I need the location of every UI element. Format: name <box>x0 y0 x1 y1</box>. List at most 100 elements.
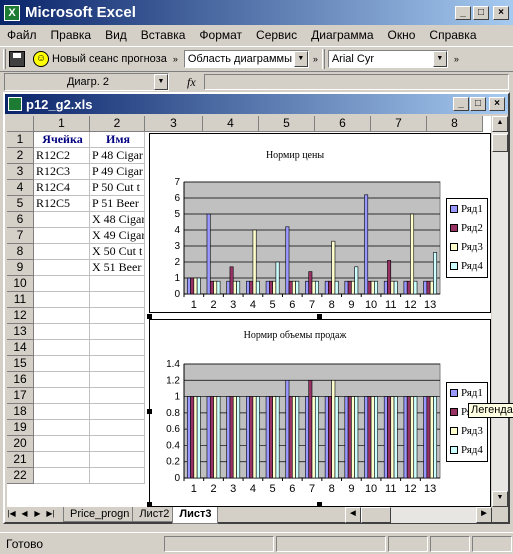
column-header[interactable]: 8 <box>427 116 483 132</box>
grid-cell[interactable]: X 50 Cut t <box>90 244 145 260</box>
column-header[interactable]: 5 <box>259 116 315 132</box>
grid-cell[interactable] <box>90 468 145 484</box>
grid-cell[interactable] <box>90 388 145 404</box>
row-header[interactable]: 21 <box>7 452 34 468</box>
grid-cell[interactable] <box>90 436 145 452</box>
tab-list3[interactable]: Лист3 <box>172 507 219 524</box>
grid-cell[interactable] <box>34 340 90 356</box>
row-header[interactable]: 2 <box>7 148 34 164</box>
legend-entry[interactable]: Ряд1 <box>447 199 487 218</box>
grid-cell[interactable] <box>34 228 90 244</box>
horizontal-scrollbar[interactable]: ◀ ▶ <box>345 507 492 523</box>
grid-cell[interactable] <box>34 452 90 468</box>
scroll-up-button[interactable]: ▲ <box>492 116 508 132</box>
grid-cell[interactable]: Имя <box>90 132 145 148</box>
grid-cell[interactable]: X 48 Cigar <box>90 212 145 228</box>
grid-cell[interactable] <box>34 436 90 452</box>
grid-cell[interactable] <box>90 324 145 340</box>
grid-cell[interactable]: P 50 Cut t <box>90 180 145 196</box>
wb-maximize-button[interactable]: □ <box>470 97 486 111</box>
workbook-icon[interactable] <box>8 97 22 111</box>
grid-cell[interactable]: P 48 Cigar <box>90 148 145 164</box>
grid-cell[interactable]: P 51 Beer <box>90 196 145 212</box>
row-header[interactable]: 18 <box>7 404 34 420</box>
chevron-down-icon[interactable]: ▼ <box>293 51 308 67</box>
grid-cell[interactable]: R12C5 <box>34 196 90 212</box>
row-header[interactable]: 1 <box>7 132 34 148</box>
grid-cell[interactable] <box>90 276 145 292</box>
vertical-scrollbar[interactable]: ▲ ▼ <box>492 116 508 507</box>
legend-entry[interactable]: Ряд4 <box>447 256 487 275</box>
resize-handle[interactable] <box>147 314 152 319</box>
grid-cell[interactable] <box>34 308 90 324</box>
row-header[interactable]: 3 <box>7 164 34 180</box>
name-box[interactable]: Диагр. 2 ▼ <box>4 73 169 91</box>
menu-tools[interactable]: Сервис <box>249 28 304 42</box>
grid-cell[interactable] <box>90 356 145 372</box>
column-header[interactable]: 3 <box>145 116 203 132</box>
row-header[interactable]: 19 <box>7 420 34 436</box>
smiley-icon[interactable]: ☺ <box>33 51 49 67</box>
row-header[interactable]: 13 <box>7 324 34 340</box>
resize-handle[interactable] <box>317 314 322 319</box>
column-header[interactable]: 6 <box>315 116 371 132</box>
function-icon[interactable]: fx <box>187 75 196 90</box>
row-header[interactable]: 7 <box>7 228 34 244</box>
grid-cell[interactable]: P 49 Cigar <box>90 164 145 180</box>
grid-cell[interactable] <box>34 356 90 372</box>
scroll-thumb[interactable] <box>492 134 508 152</box>
row-header[interactable]: 20 <box>7 436 34 452</box>
menu-help[interactable]: Справка <box>422 28 483 42</box>
chart-price[interactable]: Нормир цены 0 1 2 3 4 5 6 7 1 2 3 4 5 6 7 8 9 10 11 12 13 Ря… <box>149 133 491 313</box>
grid-cell[interactable] <box>34 292 90 308</box>
chart-objects-select[interactable]: Область диаграммы ▼ <box>183 50 309 68</box>
row-header[interactable]: 12 <box>7 308 34 324</box>
grid-cell[interactable] <box>34 260 90 276</box>
menu-view[interactable]: Вид <box>98 28 134 42</box>
legend-entry[interactable]: Ряд1 <box>447 383 487 402</box>
row-header[interactable]: 8 <box>7 244 34 260</box>
column-header[interactable]: 7 <box>371 116 427 132</box>
more-chevron-icon[interactable]: » <box>313 54 318 64</box>
last-sheet-icon[interactable]: ▶| <box>44 507 57 520</box>
prev-sheet-icon[interactable]: ◀ <box>18 507 31 520</box>
menu-format[interactable]: Формат <box>192 28 249 42</box>
chart-legend[interactable]: Ряд1 Ряд2 Ряд3 Ряд4 <box>446 198 488 278</box>
legend-entry[interactable]: Ряд4 <box>447 440 487 459</box>
row-header[interactable]: 14 <box>7 340 34 356</box>
menu-chart[interactable]: Диаграмма <box>304 28 380 42</box>
grid-cell[interactable]: Ячейка <box>34 132 90 148</box>
grid-cell[interactable] <box>34 276 90 292</box>
column-header[interactable]: 2 <box>90 116 145 132</box>
select-all-corner[interactable] <box>7 116 34 132</box>
grid-cell[interactable] <box>34 212 90 228</box>
menu-window[interactable]: Окно <box>381 28 423 42</box>
font-select[interactable]: Arial Cyr ▼ <box>327 50 448 68</box>
grid-cell[interactable] <box>90 372 145 388</box>
menu-file[interactable]: Файл <box>0 28 44 42</box>
chevron-down-icon[interactable]: ▼ <box>154 74 168 90</box>
grid-cell[interactable] <box>90 404 145 420</box>
row-header[interactable]: 6 <box>7 212 34 228</box>
wb-minimize-button[interactable]: _ <box>453 97 469 111</box>
grid-cell[interactable] <box>34 244 90 260</box>
legend-entry[interactable]: Ряд2 <box>447 218 487 237</box>
row-header[interactable]: 11 <box>7 292 34 308</box>
resize-handle[interactable] <box>147 409 152 414</box>
menu-insert[interactable]: Вставка <box>134 28 193 42</box>
grid-cell[interactable] <box>34 468 90 484</box>
grid-cell[interactable] <box>34 420 90 436</box>
grid-cell[interactable] <box>90 340 145 356</box>
grid-cell[interactable]: X 49 Cigar <box>90 228 145 244</box>
grid-cell[interactable] <box>90 292 145 308</box>
grid-cell[interactable] <box>34 324 90 340</box>
formula-input[interactable] <box>203 74 509 90</box>
toolbar-grip-2[interactable] <box>321 49 325 69</box>
grid-cell[interactable] <box>34 388 90 404</box>
chevron-down-icon[interactable]: ▼ <box>432 51 447 67</box>
grid-cell[interactable]: R12C4 <box>34 180 90 196</box>
wb-close-button[interactable]: × <box>489 97 505 111</box>
scroll-hthumb[interactable] <box>361 507 391 523</box>
grid-cell[interactable] <box>90 452 145 468</box>
toolbar-grip[interactable] <box>3 49 6 69</box>
